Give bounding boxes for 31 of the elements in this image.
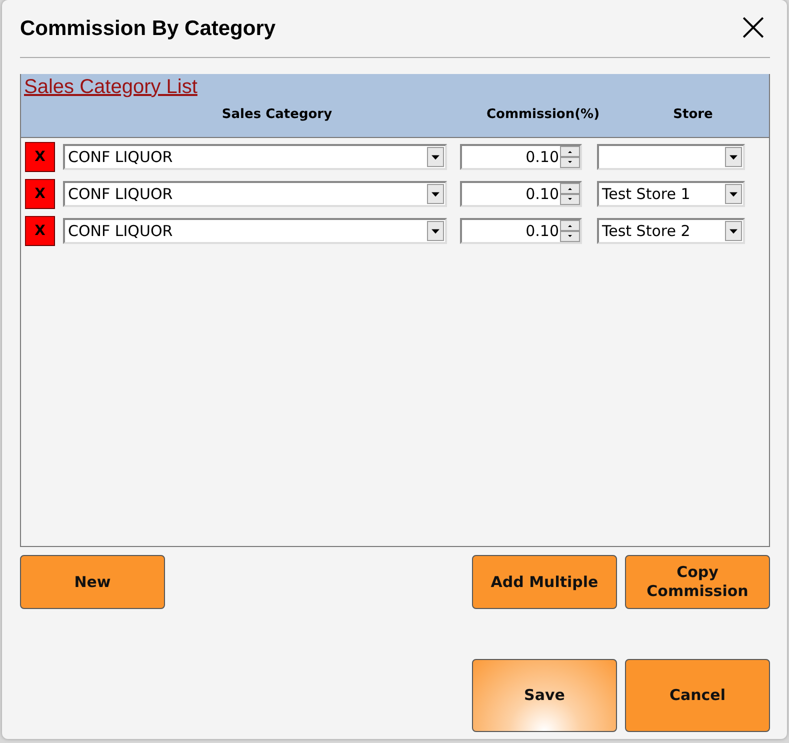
spinner-icon[interactable] <box>560 220 580 242</box>
caret-icon[interactable] <box>427 184 444 204</box>
store-dropdown[interactable]: Test Store 1 <box>597 181 745 207</box>
commission-field[interactable]: 0.10 <box>460 144 582 170</box>
action-button[interactable]: New <box>20 555 165 609</box>
category-dropdown[interactable]: CONF LIQUOR <box>63 218 447 244</box>
caret-icon[interactable] <box>725 147 742 167</box>
column-header: Commission(%) <box>485 107 601 122</box>
category-dropdown[interactable]: CONF LIQUOR <box>63 181 447 207</box>
column-header: Store <box>672 107 714 122</box>
action-button[interactable]: Save <box>472 659 617 732</box>
store-dropdown[interactable]: Test Store 2 <box>597 218 745 244</box>
caret-icon[interactable] <box>427 147 444 167</box>
commission-field[interactable]: 0.10 <box>460 218 582 244</box>
action-button[interactable]: Cancel <box>625 659 770 732</box>
action-button[interactable]: Add Multiple <box>472 555 617 609</box>
caret-icon[interactable] <box>725 221 742 241</box>
caret-icon[interactable] <box>427 221 444 241</box>
category-dropdown[interactable]: CONF LIQUOR <box>63 144 447 170</box>
commission-field[interactable]: 0.10 <box>460 181 582 207</box>
caret-icon[interactable] <box>725 184 742 204</box>
spinner-icon[interactable] <box>560 183 580 205</box>
column-header: Sales Category <box>220 107 334 122</box>
remove-button[interactable]: X <box>25 142 55 172</box>
action-button[interactable]: Copy Commission <box>625 555 770 609</box>
window-title: Commission By Category <box>20 16 276 40</box>
close-button[interactable]: × <box>736 6 770 50</box>
panel-title: Sales Category List <box>23 75 198 99</box>
remove-button[interactable]: X <box>25 216 55 246</box>
remove-button[interactable]: X <box>25 179 55 209</box>
spinner-icon[interactable] <box>560 146 580 168</box>
